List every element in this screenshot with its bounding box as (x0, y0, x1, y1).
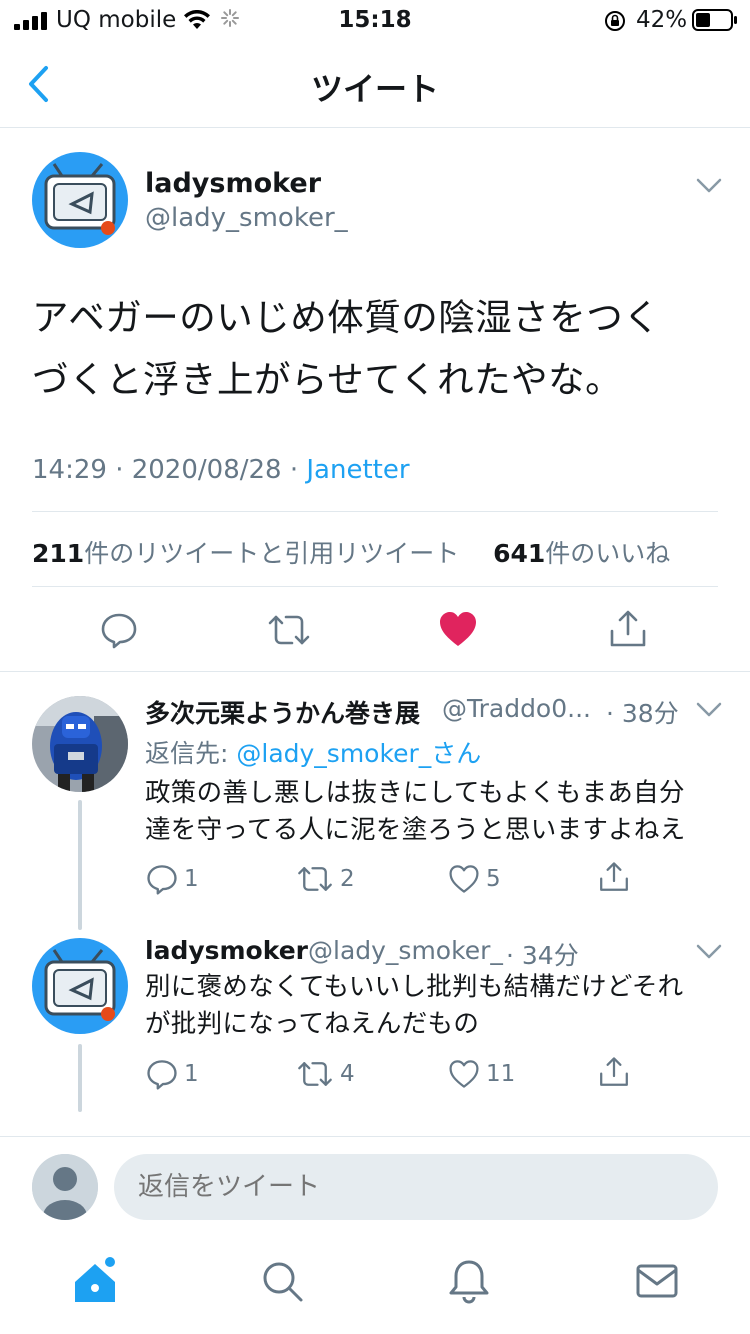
like-button[interactable]: 5 (448, 862, 501, 896)
retweet-count: 2 (340, 866, 355, 892)
reply-button[interactable]: 1 (146, 862, 199, 896)
reply-text-line: 政策の善し悪しは抜きにしてもよくもまあ自分 (145, 778, 685, 808)
like-button[interactable]: 11 (448, 1057, 515, 1091)
reply-text: 別に褒めなくてもいいし批判も結構だけどそれ が批判になってねえんだもの (145, 969, 715, 1043)
reply-author-handle[interactable]: @Traddo0... (442, 694, 591, 723)
retweet-button[interactable]: 4 (296, 1057, 355, 1091)
heart-outline-icon (449, 865, 479, 893)
tweet-source-link[interactable]: Janetter (306, 455, 409, 485)
retweet-stats-link[interactable]: 211件のリツイートと引用リツイート (32, 539, 459, 568)
tweet-text-line: づくと浮き上がらせてくれたやな。 (32, 358, 623, 401)
author-display-name[interactable]: ladysmoker (145, 168, 321, 199)
replying-to-prefix: 返信先: (145, 739, 237, 768)
tweet-meta: 14:29 · 2020/08/28 · Janetter (32, 455, 410, 485)
retweet-count-label: 件のリツイートと引用リツイート (84, 539, 460, 568)
author-avatar[interactable] (32, 152, 128, 248)
reply-input[interactable] (114, 1154, 718, 1220)
divider (32, 511, 718, 512)
page-title: ツイート (310, 70, 439, 108)
battery-icon (692, 9, 737, 31)
share-icon[interactable] (598, 1055, 630, 1089)
reply-author-name[interactable]: 多次元栗ようかん巻き展 (145, 694, 420, 730)
tv-mascot-avatar-icon (32, 152, 128, 248)
reply-icon[interactable] (100, 611, 138, 649)
divider (32, 586, 718, 587)
thread-line (78, 1044, 82, 1112)
share-icon[interactable] (598, 860, 630, 894)
search-icon[interactable] (257, 1256, 307, 1306)
heart-outline-icon (449, 1060, 479, 1088)
like-stats-link[interactable]: 641件のいいね (493, 539, 670, 568)
robot-figure-avatar-icon (32, 696, 128, 792)
tweet-text-line: アベガーのいじめ体質の陰湿さをつく (32, 296, 661, 339)
status-bar: UQ mobile 15:18 42% (0, 0, 750, 40)
rotation-lock-icon (605, 11, 625, 31)
reply-time: · 34分 (506, 941, 579, 970)
tab-bar (0, 1246, 750, 1334)
retweet-button[interactable]: 2 (296, 862, 355, 896)
tweet-actions (0, 604, 750, 656)
reply-icon (147, 865, 177, 895)
tv-mascot-avatar-icon (32, 938, 128, 1034)
section-divider (0, 671, 750, 672)
replying-to: 返信先: @lady_smoker_さん (145, 734, 481, 770)
home-icon[interactable] (70, 1256, 120, 1306)
notifications-bell-icon[interactable] (444, 1256, 494, 1306)
tweet-timestamp: 14:29 · 2020/08/28 · (32, 455, 307, 485)
retweet-icon[interactable] (266, 612, 312, 648)
my-avatar[interactable] (32, 1154, 98, 1220)
reply-text-line: 達を守ってる人に泥を塗ろうと思いますよねえ (145, 815, 686, 845)
reply-icon (147, 1060, 177, 1090)
thread-line (78, 800, 82, 930)
tweet-menu-chevron-icon[interactable] (696, 178, 722, 194)
like-count: 5 (486, 866, 501, 892)
like-heart-icon[interactable] (438, 610, 478, 648)
reply-count: 1 (184, 1061, 199, 1087)
tweet-text: アベガーのいじめ体質の陰湿さをつく づくと浮き上がらせてくれたやな。 (32, 287, 722, 411)
reply-author-avatar[interactable] (32, 696, 128, 792)
author-handle[interactable]: @lady_smoker_ (145, 203, 348, 233)
reply-text: 政策の善し悪しは抜きにしてもよくもまあ自分 達を守ってる人に泥を塗ろうと思います… (145, 775, 715, 849)
reply-count: 1 (184, 866, 199, 892)
reply-text-line: 別に褒めなくてもいいし批判も結構だけどそれ (145, 972, 684, 1002)
retweet-icon (298, 1062, 332, 1086)
battery-percent: 42% (636, 7, 688, 33)
reply-author-name[interactable]: ladysmoker (145, 936, 308, 965)
reply-text-line: が批判になってねえんだもの (145, 1009, 480, 1039)
replying-to-user-link[interactable]: @lady_smoker_さん (236, 739, 481, 768)
tweet-stats: 211件のリツイートと引用リツイート 641件のいいね (32, 534, 670, 570)
like-count-label: 件のいいね (545, 539, 671, 568)
reply-menu-chevron-icon[interactable] (696, 702, 722, 718)
share-icon[interactable] (608, 609, 648, 649)
navigation-bar: ツイート (0, 40, 750, 128)
messages-envelope-icon[interactable] (632, 1256, 682, 1306)
reply-author-handle[interactable]: @lady_smoker_ (308, 936, 503, 965)
retweet-icon (298, 867, 332, 891)
reply-time: · 38分 (606, 699, 679, 728)
retweet-count: 211 (32, 539, 85, 568)
reply-button[interactable]: 1 (146, 1057, 199, 1091)
like-count: 641 (493, 539, 546, 568)
reply-author-avatar[interactable] (32, 938, 128, 1034)
reply-menu-chevron-icon[interactable] (696, 944, 722, 960)
retweet-count: 4 (340, 1061, 355, 1087)
like-count: 11 (486, 1061, 516, 1087)
default-user-avatar-icon (32, 1154, 98, 1220)
